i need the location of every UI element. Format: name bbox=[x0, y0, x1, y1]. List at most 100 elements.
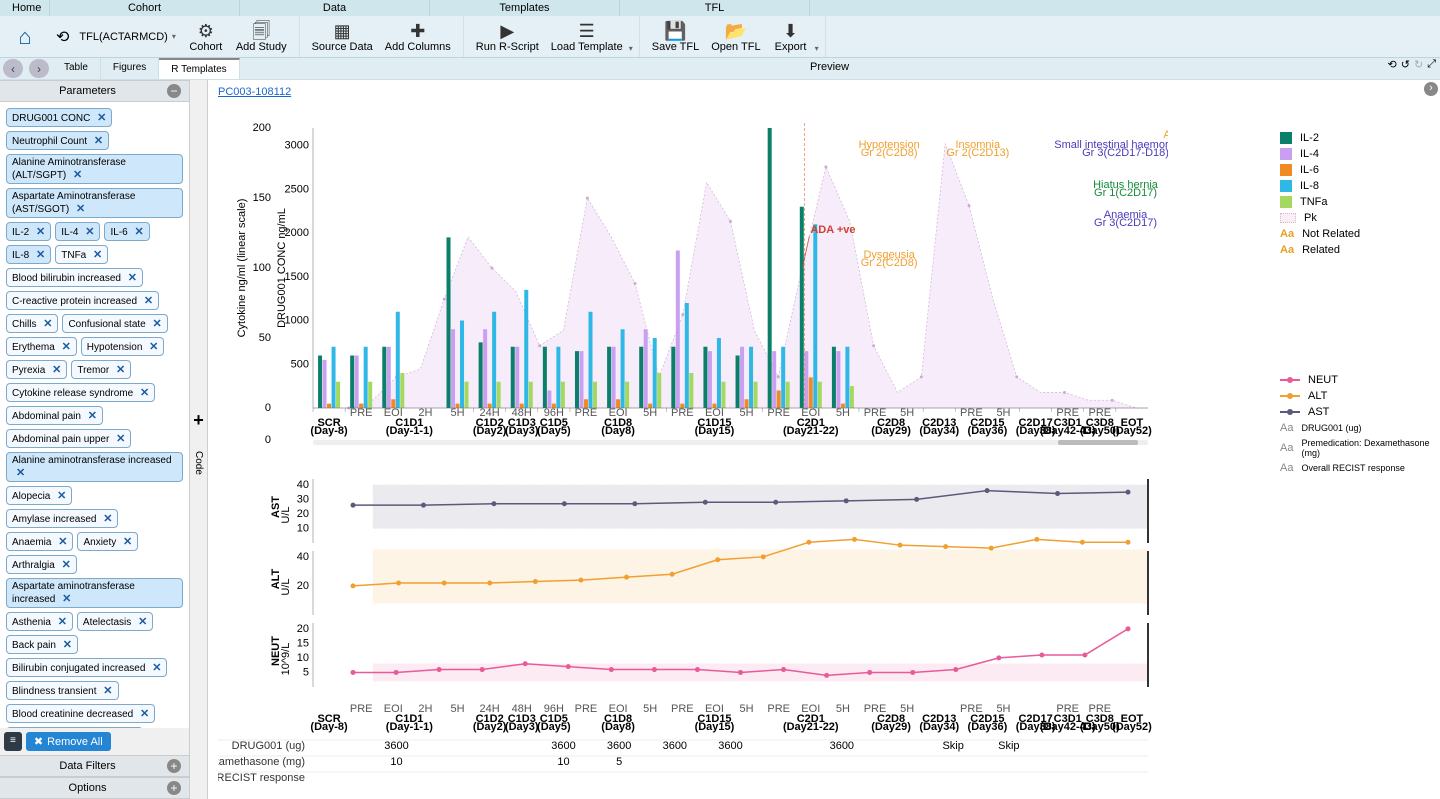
param-tag[interactable]: Confusional state ✕ bbox=[62, 314, 167, 333]
menu-tfl[interactable]: TFL bbox=[620, 0, 810, 16]
collapse-sidebar-icon[interactable]: ‹ bbox=[3, 59, 23, 78]
param-tag[interactable]: Blood bilirubin increased ✕ bbox=[6, 268, 143, 287]
tag-remove-icon[interactable]: ✕ bbox=[62, 341, 71, 353]
subject-link[interactable]: PC003-108112 bbox=[218, 86, 291, 98]
param-tag[interactable]: Abdominal pain ✕ bbox=[6, 406, 103, 425]
param-tag[interactable]: Erythema ✕ bbox=[6, 337, 77, 356]
load-template-button[interactable]: ☰ Load Template bbox=[545, 19, 629, 55]
param-tag[interactable]: Anxiety ✕ bbox=[77, 532, 138, 551]
param-tag[interactable]: Pyrexia ✕ bbox=[6, 360, 67, 379]
refresh-icon[interactable]: ⟲ bbox=[1388, 58, 1397, 71]
tag-remove-icon[interactable]: ✕ bbox=[103, 685, 112, 697]
redo-icon[interactable]: ↻ bbox=[1414, 58, 1423, 71]
tag-remove-icon[interactable]: ✕ bbox=[93, 249, 102, 261]
param-tag[interactable]: Bilirubin conjugated increased ✕ bbox=[6, 658, 167, 677]
tag-remove-icon[interactable]: ✕ bbox=[58, 536, 67, 548]
code-collapse-bar[interactable]: + Code bbox=[190, 80, 208, 799]
param-tag[interactable]: Alanine Aminotransferase (ALT/SGPT) ✕ bbox=[6, 154, 183, 184]
tag-remove-icon[interactable]: ✕ bbox=[16, 467, 25, 479]
tag-remove-icon[interactable]: ✕ bbox=[116, 364, 125, 376]
add-columns-button[interactable]: ✚ Add Columns bbox=[379, 19, 457, 55]
tfl-dropdown[interactable]: TFL(ACTARMCD)▾ bbox=[73, 31, 181, 43]
tag-remove-icon[interactable]: ✕ bbox=[36, 249, 45, 261]
param-tag[interactable]: IL-2 ✕ bbox=[6, 222, 51, 241]
tag-remove-icon[interactable]: ✕ bbox=[63, 639, 72, 651]
collapse-preview-icon[interactable]: › bbox=[1424, 82, 1438, 96]
tag-remove-icon[interactable]: ✕ bbox=[88, 410, 97, 422]
data-filters-header[interactable]: Data Filters + bbox=[0, 755, 189, 777]
tag-remove-icon[interactable]: ✕ bbox=[149, 341, 158, 353]
tab-figures[interactable]: Figures bbox=[101, 58, 159, 79]
param-tag[interactable]: Blindness transient ✕ bbox=[6, 681, 119, 700]
tag-remove-icon[interactable]: ✕ bbox=[43, 318, 52, 330]
param-tag[interactable]: Aspartate aminotransferase increased ✕ bbox=[6, 578, 183, 608]
param-tag[interactable]: Chills ✕ bbox=[6, 314, 58, 333]
expand-filters-icon[interactable]: + bbox=[167, 759, 181, 773]
tag-remove-icon[interactable]: ✕ bbox=[94, 135, 103, 147]
remove-all-button[interactable]: ✖ Remove All bbox=[26, 732, 111, 751]
tag-remove-icon[interactable]: ✕ bbox=[152, 662, 161, 674]
expand-options-icon[interactable]: + bbox=[167, 781, 181, 795]
menu-templates[interactable]: Templates bbox=[430, 0, 620, 16]
param-tag[interactable]: Anaemia ✕ bbox=[6, 532, 73, 551]
param-tag[interactable]: IL-4 ✕ bbox=[55, 222, 100, 241]
list-view-button[interactable]: ≡ bbox=[4, 732, 22, 751]
param-tag[interactable]: Alopecia ✕ bbox=[6, 486, 72, 505]
save-tfl-button[interactable]: 💾 Save TFL bbox=[646, 19, 706, 55]
menu-data[interactable]: Data bbox=[240, 0, 430, 16]
tag-remove-icon[interactable]: ✕ bbox=[97, 112, 106, 124]
tab-r-templates[interactable]: R Templates bbox=[159, 58, 239, 79]
param-tag[interactable]: DRUG001 CONC ✕ bbox=[6, 108, 112, 127]
collapse-params-icon[interactable]: − bbox=[167, 84, 181, 98]
param-tag[interactable]: Abdominal pain upper ✕ bbox=[6, 429, 131, 448]
open-tfl-button[interactable]: 📂 Open TFL bbox=[705, 19, 766, 55]
param-tag[interactable]: IL-6 ✕ bbox=[104, 222, 149, 241]
tag-remove-icon[interactable]: ✕ bbox=[62, 593, 71, 605]
param-tag[interactable]: Arthralgia ✕ bbox=[6, 555, 77, 574]
tag-remove-icon[interactable]: ✕ bbox=[134, 226, 143, 238]
parameters-header[interactable]: Parameters − bbox=[0, 80, 189, 102]
param-tag[interactable]: Atelectasis ✕ bbox=[77, 612, 153, 631]
param-tag[interactable]: Back pain ✕ bbox=[6, 635, 78, 654]
param-tag[interactable]: IL-8 ✕ bbox=[6, 245, 51, 264]
add-study-button[interactable]: 🗐 Add Study bbox=[230, 19, 293, 55]
tag-remove-icon[interactable]: ✕ bbox=[116, 433, 125, 445]
tag-remove-icon[interactable]: ✕ bbox=[140, 708, 149, 720]
tag-remove-icon[interactable]: ✕ bbox=[36, 226, 45, 238]
tag-remove-icon[interactable]: ✕ bbox=[138, 616, 147, 628]
param-tag[interactable]: Aspartate Aminotransferase (AST/SGOT) ✕ bbox=[6, 188, 183, 218]
tag-remove-icon[interactable]: ✕ bbox=[153, 318, 162, 330]
tab-table[interactable]: Table bbox=[52, 58, 101, 79]
menu-home[interactable]: Home bbox=[0, 0, 50, 16]
tag-remove-icon[interactable]: ✕ bbox=[144, 295, 153, 307]
param-tag[interactable]: C-reactive protein increased ✕ bbox=[6, 291, 159, 310]
fullscreen-icon[interactable]: ⤢ bbox=[1427, 58, 1436, 71]
param-tag[interactable]: TNFa ✕ bbox=[55, 245, 108, 264]
source-data-button[interactable]: ▦ Source Data bbox=[306, 19, 379, 55]
menu-cohort[interactable]: Cohort bbox=[50, 0, 240, 16]
param-tag[interactable]: Neutrophil Count ✕ bbox=[6, 131, 109, 150]
tag-remove-icon[interactable]: ✕ bbox=[140, 387, 149, 399]
tag-remove-icon[interactable]: ✕ bbox=[85, 226, 94, 238]
param-tag[interactable]: Hypotension ✕ bbox=[81, 337, 165, 356]
home-icon[interactable]: ⌂ bbox=[0, 24, 50, 50]
export-button[interactable]: ⬇ Export bbox=[767, 19, 815, 55]
param-tag[interactable]: Asthenia ✕ bbox=[6, 612, 73, 631]
tag-remove-icon[interactable]: ✕ bbox=[128, 272, 137, 284]
options-header[interactable]: Options + bbox=[0, 777, 189, 799]
add-plus-icon[interactable]: + bbox=[193, 410, 204, 431]
expand-code-icon[interactable]: › bbox=[29, 59, 49, 78]
param-tag[interactable]: Tremor ✕ bbox=[71, 360, 131, 379]
tag-remove-icon[interactable]: ✕ bbox=[123, 536, 132, 548]
tag-remove-icon[interactable]: ✕ bbox=[103, 513, 112, 525]
param-tag[interactable]: Cytokine release syndrome ✕ bbox=[6, 383, 155, 402]
cohort-button[interactable]: ⚙ Cohort bbox=[182, 19, 230, 55]
tag-remove-icon[interactable]: ✕ bbox=[57, 490, 66, 502]
undo-icon[interactable]: ↺ bbox=[1401, 58, 1410, 71]
tag-remove-icon[interactable]: ✕ bbox=[76, 203, 85, 215]
tag-remove-icon[interactable]: ✕ bbox=[73, 169, 82, 181]
tag-remove-icon[interactable]: ✕ bbox=[52, 364, 61, 376]
run-r-script-button[interactable]: ▶ Run R-Script bbox=[470, 19, 545, 55]
param-tag[interactable]: Blood creatinine decreased ✕ bbox=[6, 704, 155, 723]
tag-remove-icon[interactable]: ✕ bbox=[58, 616, 67, 628]
